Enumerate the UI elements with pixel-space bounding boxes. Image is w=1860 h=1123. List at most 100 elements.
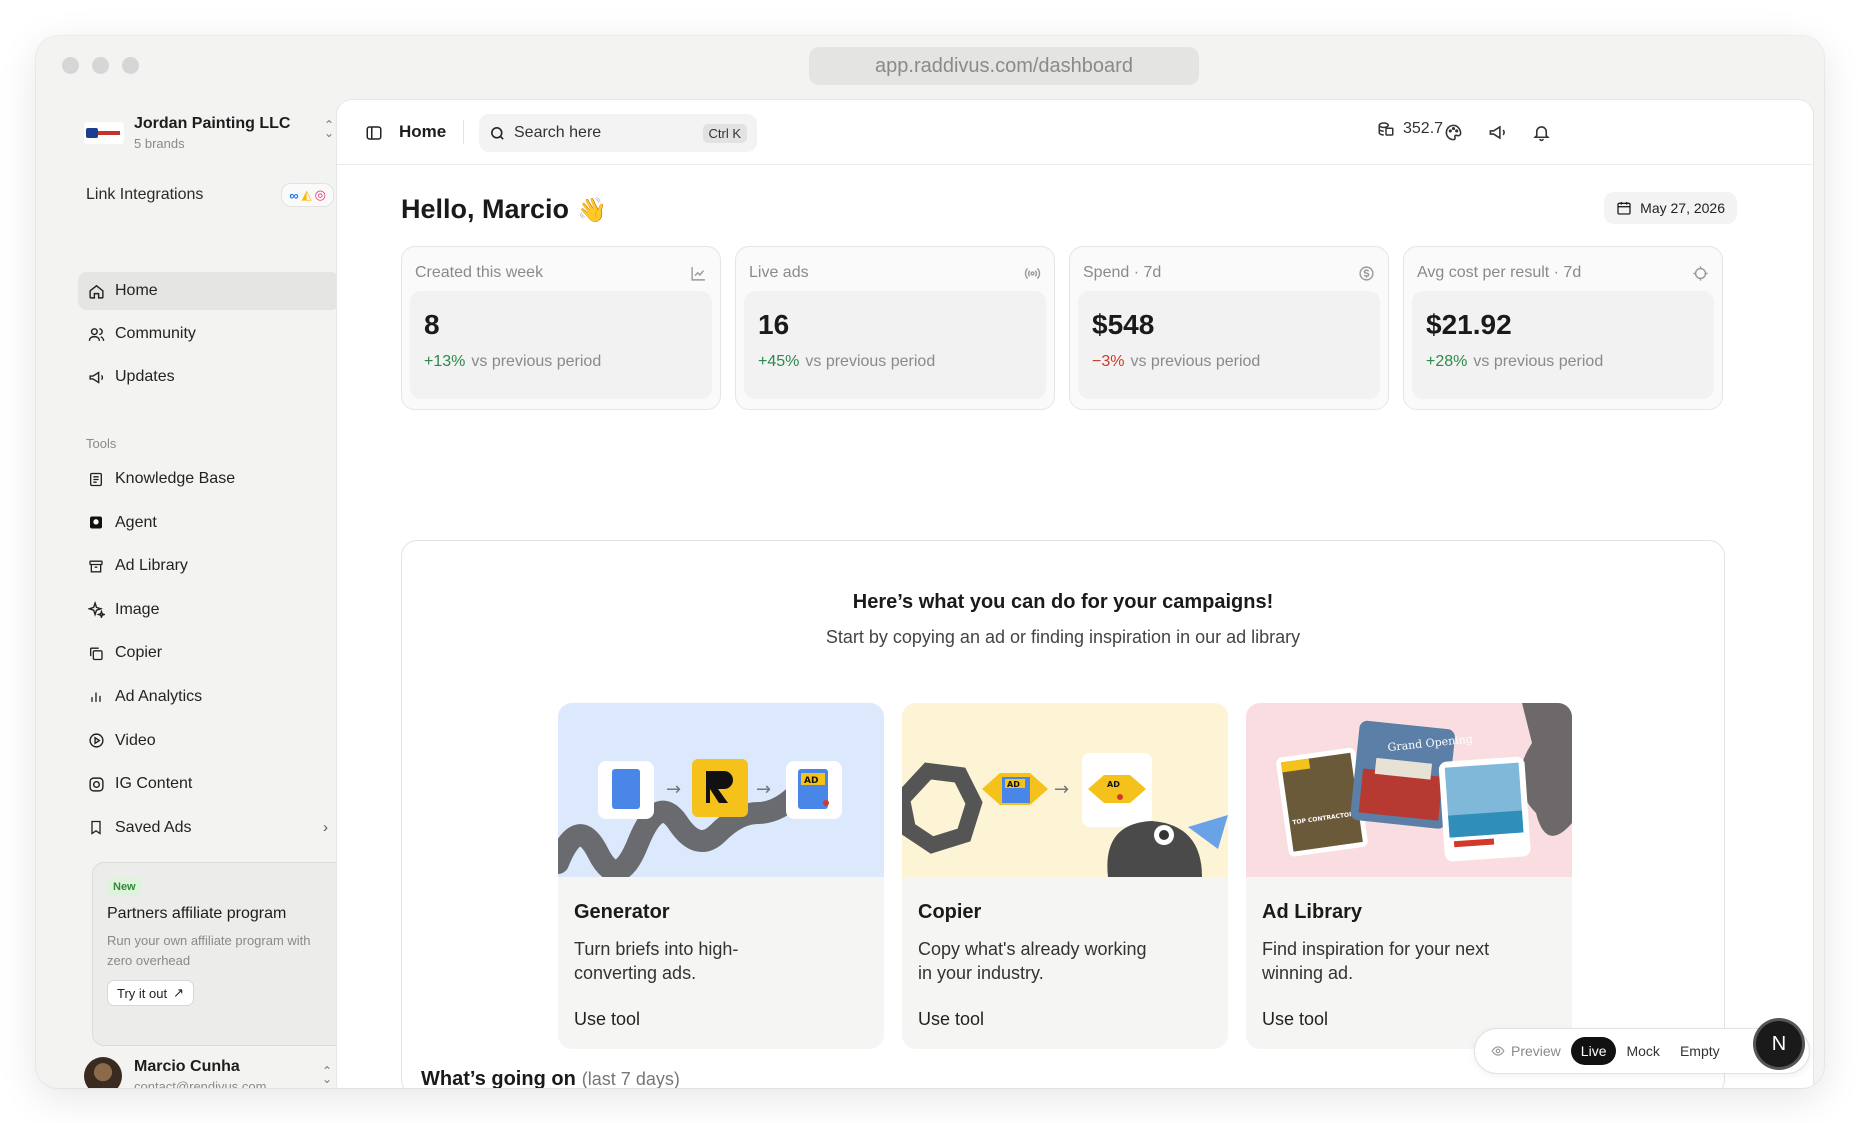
tool-description: Turn briefs into high-converting ads.: [574, 939, 739, 983]
maximize-dot[interactable]: [122, 57, 139, 74]
mode-mock[interactable]: Mock: [1616, 1037, 1669, 1065]
svg-text:→: →: [1054, 779, 1069, 800]
user-menu[interactable]: Marcio Cunha contact@rendivus.com ⌃ ⌄: [84, 1057, 336, 1088]
archive-icon: [87, 557, 105, 575]
search-icon: [491, 126, 504, 140]
nav-home[interactable]: Home: [78, 272, 340, 310]
credits-balance[interactable]: 352.7: [1377, 120, 1443, 138]
campaign-title: Here’s what you can do for your campaign…: [852, 591, 1274, 613]
nav-saved-ads-label: Saved Ads: [115, 818, 192, 836]
org-switcher[interactable]: Jordan Painting LLC 5 brands ⌃ ⌄: [84, 115, 334, 151]
window-controls: [62, 57, 139, 74]
camera-icon: [87, 775, 105, 793]
stat-label: Avg cost per result · 7d: [1417, 264, 1582, 281]
use-tool-link[interactable]: Use tool: [1262, 1009, 1328, 1030]
activity-heading: What’s going on (last 7 days): [421, 1068, 680, 1088]
integration-icons: ∞ ◭ ◎: [281, 183, 334, 207]
mode-preview[interactable]: Preview: [1481, 1037, 1571, 1065]
nav-ad-analytics[interactable]: Ad Analytics: [78, 678, 340, 716]
bell-icon[interactable]: [1529, 120, 1553, 144]
breadcrumb-home[interactable]: Home: [399, 122, 446, 142]
topbar-divider: [463, 120, 464, 144]
generator-illustration: → → AD: [558, 703, 884, 877]
stat-delta: +45%: [758, 353, 800, 370]
use-tool-link[interactable]: Use tool: [918, 1009, 984, 1030]
megaphone-icon[interactable]: [1485, 120, 1509, 144]
stat-delta: −3%: [1092, 353, 1125, 370]
stat-label: Spend · 7d: [1083, 264, 1162, 281]
tool-name: Copier: [918, 901, 982, 923]
search-shortcut: Ctrl K: [702, 123, 747, 143]
campaign-tools-section: Here’s what you can do for your campaign…: [401, 540, 1725, 1088]
try-it-out-button[interactable]: Try it out ↗: [107, 980, 194, 1006]
meta-icon: ∞: [289, 187, 299, 203]
stat-card-avg-cost[interactable]: Avg cost per result · 7d $21.92 +28% vs p…: [1403, 246, 1723, 410]
promo-description: Run your own affiliate program with zero…: [107, 933, 311, 968]
affiliate-promo-card: New Partners affiliate program Run your …: [92, 862, 354, 1046]
use-tool-link[interactable]: Use tool: [574, 1009, 640, 1030]
nav-copier[interactable]: Copier: [78, 634, 340, 672]
play-icon: [87, 732, 105, 750]
activity-range: (last 7 days): [581, 1069, 680, 1088]
sidebar-toggle-icon[interactable]: [359, 118, 389, 148]
nav-ad-library[interactable]: Ad Library: [78, 547, 340, 585]
stat-delta-suffix: vs previous period: [1473, 353, 1604, 370]
greeting-text: Hello, Marcio: [401, 194, 570, 224]
ad-label: AD: [1107, 780, 1120, 789]
stat-delta-suffix: vs previous period: [1130, 353, 1261, 370]
stat-value: $548: [1092, 309, 1155, 340]
assistant-button[interactable]: N: [1756, 1021, 1802, 1067]
address-bar[interactable]: app.raddivus.com/dashboard: [809, 47, 1199, 85]
tool-description: Find inspiration for your next winning a…: [1262, 939, 1490, 983]
stat-delta-suffix: vs previous period: [471, 353, 602, 370]
stat-card-live-ads[interactable]: Live ads 16 +45% vs previous period: [735, 246, 1055, 410]
link-integrations[interactable]: Link Integrations ∞ ◭ ◎: [86, 183, 334, 207]
nav-knowledge-base[interactable]: Knowledge Base: [78, 460, 340, 498]
nav-community[interactable]: Community: [78, 315, 340, 353]
nav-agent-label: Agent: [115, 513, 157, 531]
search-input[interactable]: Search here Ctrl K: [479, 114, 757, 152]
mode-preview-label: Preview: [1511, 1043, 1561, 1059]
org-brand-count: 5 brands: [134, 136, 185, 151]
svg-text:→: →: [756, 779, 771, 800]
ad-label: AD: [1007, 780, 1020, 789]
activity-title: What’s going on: [421, 1068, 576, 1088]
chevron-right-icon: ›: [323, 819, 328, 837]
nav-agent[interactable]: Agent: [78, 504, 340, 542]
try-it-out-label: Try it out: [117, 985, 168, 1001]
chevron-updown-icon: ⌃ ⌄: [323, 118, 334, 140]
nav-ad-analytics-label: Ad Analytics: [115, 687, 203, 705]
stat-card-created[interactable]: Created this week 8 +13% vs previous peri…: [401, 246, 721, 410]
stat-delta-suffix: vs previous period: [805, 353, 936, 370]
tool-card-copier[interactable]: AD → AD Copier Copy what's already worki…: [902, 703, 1228, 1049]
broadcast-icon: [1024, 267, 1041, 279]
sparkles-icon: [87, 601, 105, 619]
tool-card-ad-library[interactable]: TOP CONTRACTOR COMPANY IN NEW JERSEY Gra…: [1246, 703, 1572, 1049]
eye-icon: [1491, 1046, 1505, 1056]
campaign-subtitle: Start by copying an ad or finding inspir…: [825, 627, 1301, 647]
stat-value: $21.92: [1426, 309, 1512, 340]
minimize-dot[interactable]: [92, 57, 109, 74]
nav-ig-content[interactable]: IG Content: [78, 765, 340, 803]
palette-icon[interactable]: [1441, 120, 1465, 144]
nav-saved-ads[interactable]: Saved Ads ›: [78, 809, 340, 847]
nav-image[interactable]: Image: [78, 591, 340, 629]
date-picker[interactable]: May 27, 2026: [1604, 192, 1737, 224]
svg-text:→: →: [666, 779, 681, 800]
stat-card-spend[interactable]: Spend · 7d $548 −3% vs previous period: [1069, 246, 1389, 410]
nav-updates[interactable]: Updates: [78, 358, 340, 396]
close-dot[interactable]: [62, 57, 79, 74]
agent-icon: [87, 514, 105, 532]
mode-live[interactable]: Live: [1570, 1037, 1617, 1065]
chevron-updown-icon: ⌃ ⌄: [321, 1064, 332, 1086]
greeting: Hello, Marcio 👋: [401, 194, 607, 225]
instagram-icon: ◎: [314, 187, 326, 202]
nav-video-label: Video: [115, 731, 156, 749]
org-name: Jordan Painting LLC: [134, 115, 291, 132]
search-placeholder: Search here: [514, 124, 602, 141]
nav-video[interactable]: Video: [78, 722, 340, 760]
credits-value: 352.7: [1403, 120, 1444, 137]
mode-empty[interactable]: Empty: [1670, 1037, 1730, 1065]
user-email: contact@rendivus.com: [134, 1079, 267, 1088]
tool-card-generator[interactable]: → → AD Generator Turn briefs into high-c…: [558, 703, 884, 1049]
